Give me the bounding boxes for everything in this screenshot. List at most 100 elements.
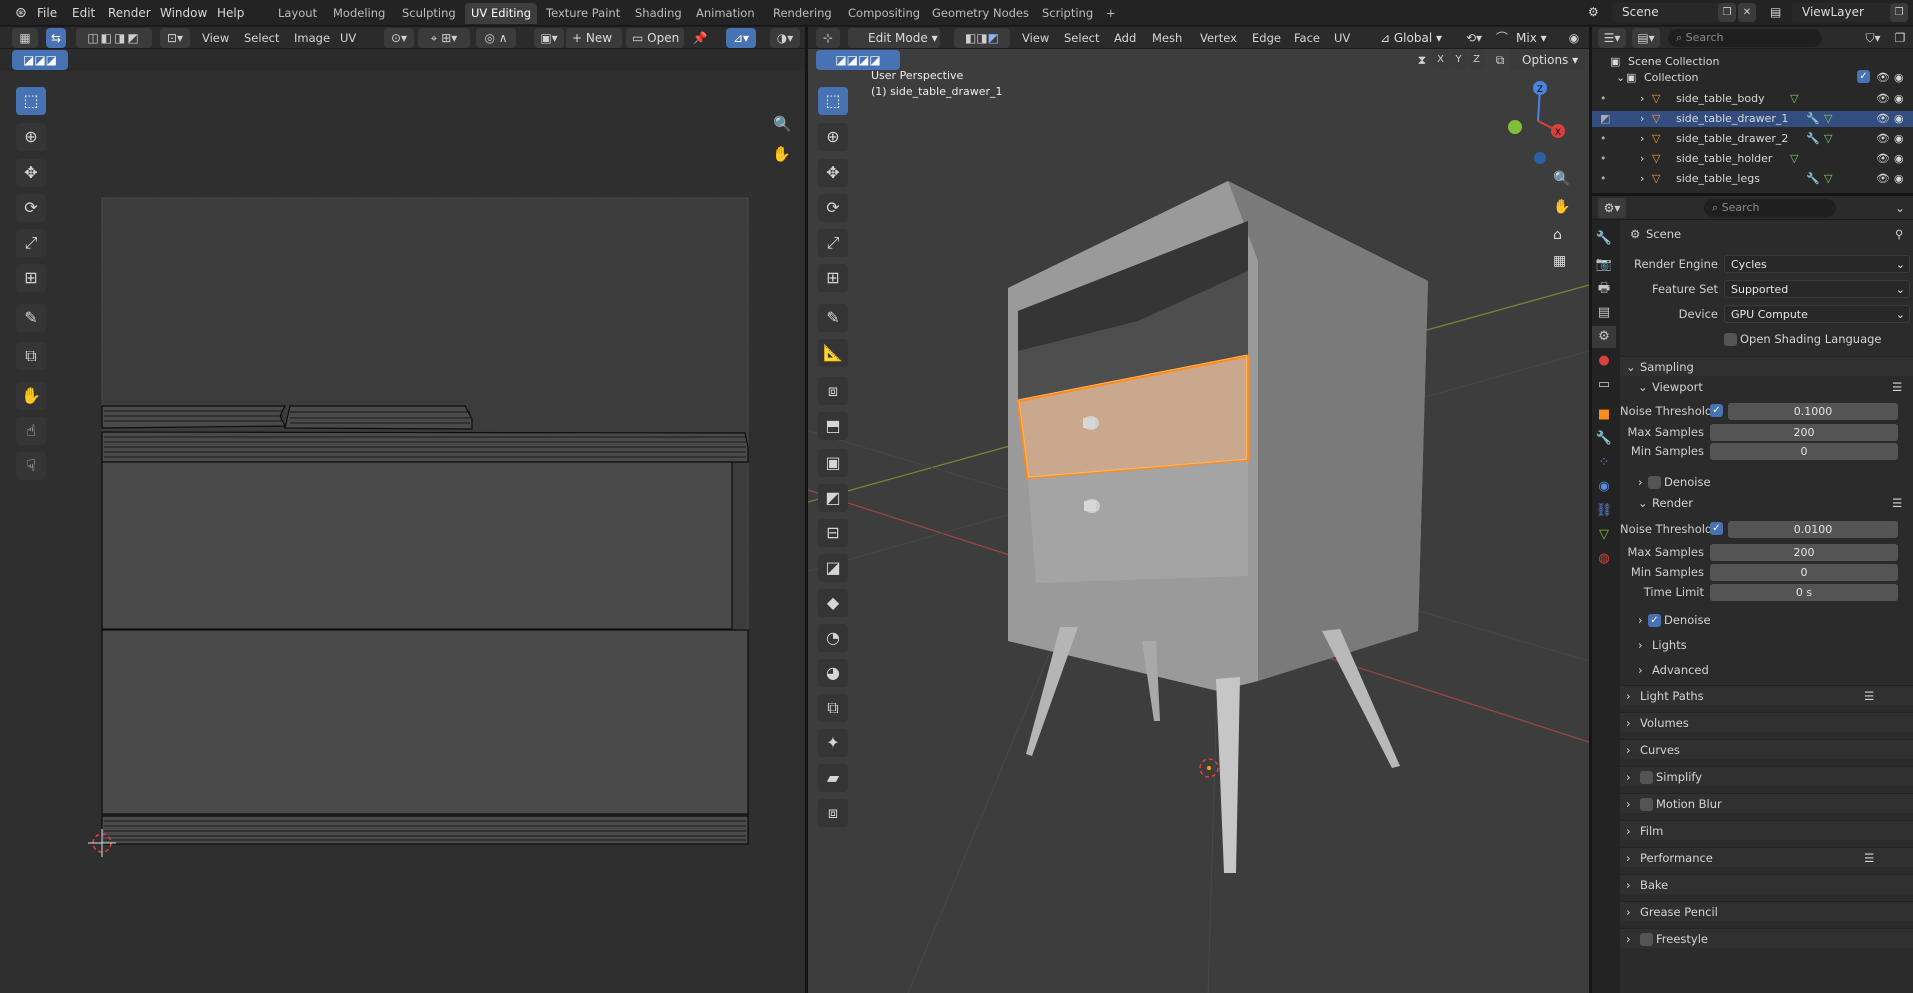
modifier-tab-icon[interactable]: 🔧 [1592,428,1616,450]
chevron-right-icon[interactable]: › [1640,171,1644,187]
panel-curves[interactable]: › Curves [1620,739,1913,759]
scene-selector[interactable]: Scene [1612,3,1724,22]
panel-volumes[interactable]: › Volumes [1620,712,1913,732]
scene-collection-row[interactable]: ▣ Scene Collection [1592,54,1913,70]
3d-cursor-icon[interactable] [1199,758,1219,778]
rotate-icon[interactable]: ⟳ [16,194,46,222]
render-camera-icon[interactable]: ◉ [1894,70,1904,86]
panel-grease-pencil[interactable]: › Grease Pencil [1620,901,1913,921]
uv-menu-uv[interactable]: UV [336,28,360,48]
pin-icon[interactable]: 📌 [690,28,710,48]
move-icon[interactable]: ✥ [16,159,46,187]
annotate-icon-3d[interactable]: ✎ [818,304,848,332]
visibility-dot-icon[interactable]: • [1600,171,1607,187]
output-tab-icon[interactable]: 🖶 [1592,278,1616,300]
outliner-item-side_table_holder[interactable]: • › ▽ side_table_holder ▽ 👁 ◉ [1592,151,1913,167]
transform-orientation-selector[interactable]: ⊿ Global ▾ [1376,28,1456,48]
outliner-item-side_table_body[interactable]: • › ▽ side_table_body ▽ 👁 ◉ [1592,91,1913,107]
object-tab-icon[interactable]: ■ [1592,404,1616,426]
menu-edit[interactable]: Edit [67,4,100,22]
outliner[interactable]: ☰▾ ▤▾ ⌕ Search ⛉▾ ❐ ▣ Scene Collection ⌄… [1592,27,1913,193]
outliner-item-side_table_legs[interactable]: • › ▽ side_table_legs 🔧 ▽ 👁 ◉ [1592,171,1913,187]
outliner-item-side_table_drawer_2[interactable]: • › ▽ side_table_drawer_2 🔧 ▽ 👁 ◉ [1592,131,1913,147]
modifier-wrench-icon[interactable]: 🔧 [1806,111,1820,127]
view-layer-icon[interactable]: ▤ [1770,5,1781,19]
viewport-menu-mesh[interactable]: Mesh [1148,28,1186,48]
scale-icon-3d[interactable]: ⤢ [818,229,848,257]
workspace-tab-sculpting[interactable]: Sculpting [396,3,462,24]
render-noise-threshold-checkbox[interactable]: ✓ [1710,522,1723,535]
new-collection-icon[interactable]: ❐ [1890,28,1910,48]
render-denoise-row[interactable]: › ✓ Denoise [1620,610,1913,630]
pivot-icon[interactable]: ⊙▾ [384,28,414,48]
pinch-icon[interactable]: ☟ [16,452,46,480]
outliner-editor-type-icon[interactable]: ☰▾ [1598,28,1626,48]
workspace-tab-rendering[interactable]: Rendering [767,3,838,24]
menu-help[interactable]: Help [212,4,249,22]
mirror-icon[interactable]: ⧗ [1412,50,1432,70]
scene-icon[interactable]: ⚙ [1588,5,1599,19]
viewport-menu-view[interactable]: View [1018,28,1053,48]
render-engine-select[interactable]: Cycles ⌄ [1724,255,1910,273]
osl-checkbox[interactable] [1724,333,1737,346]
annotate-icon[interactable]: ✎ [16,304,46,332]
chevron-right-icon[interactable]: › [1640,131,1644,147]
presets-list-icon[interactable]: ☰ [1892,377,1902,397]
visibility-dot-icon[interactable]: • [1600,131,1607,147]
panel-simplify[interactable]: › Simplify [1620,766,1913,786]
zoom-icon[interactable]: 🔍 [773,115,792,133]
workspace-tab-texture-paint[interactable]: Texture Paint [540,3,626,24]
smooth-icon[interactable]: ◕ [818,659,848,687]
snap-icon[interactable]: ⌖ ⊞▾ [418,28,470,48]
panel-enable-checkbox[interactable] [1640,798,1653,811]
rip-region-icon[interactable]: ⧉ [16,342,46,370]
panel-light-paths[interactable]: › Light Paths ☰ [1620,685,1913,705]
workspace-tab-scripting[interactable]: Scripting [1036,3,1099,24]
viewport-menu-select[interactable]: Select [1060,28,1103,48]
sticky-select-icon[interactable]: ⊡▾ [160,28,190,48]
mesh-data-icon[interactable]: ▽ [1790,91,1798,107]
collection-expand-icon[interactable]: ⌄ [1616,70,1625,86]
uv-canvas[interactable] [0,71,805,993]
editor-type-icon[interactable]: ▦ [12,28,38,48]
options-dropdown[interactable]: Options ▾ [1510,50,1586,70]
proportional-edit-icon[interactable]: ◎ ∧ [476,28,516,48]
rip-icon[interactable]: ⧈ [818,799,848,827]
viewport-selection-mode-icons[interactable]: ◪◪◪◪ [816,50,900,70]
new-view-layer-icon[interactable]: ❐ [1890,3,1908,22]
extrude-icon[interactable]: ⬒ [818,412,848,440]
world-tab-icon[interactable]: ● [1592,350,1616,372]
particles-tab-icon[interactable]: ⁘ [1592,452,1616,474]
chevron-right-icon[interactable]: › [1640,111,1644,127]
outliner-item-side_table_drawer_1[interactable]: ◩ › ▽ side_table_drawer_1 🔧 ▽ 👁 ◉ [1592,111,1913,127]
uv-editor[interactable]: ▦ ⇆ ◫◧◨◩ ⊡▾ View Select Image UV ⊙▾ ⌖ ⊞▾… [0,27,805,993]
panel-enable-checkbox[interactable] [1640,771,1653,784]
uv-overlays-icon[interactable]: ◑▾ [770,28,800,48]
visibility-eye-icon[interactable]: 👁 [1876,171,1890,187]
mirror-z-toggle[interactable]: Z [1468,50,1485,70]
bevel-icon[interactable]: ◩ [818,484,848,512]
selection-mode-icons[interactable]: ◪◪◪ [12,50,68,70]
rotate-icon-3d[interactable]: ⟳ [818,194,848,222]
shrink-fatten-icon[interactable]: ✦ [818,729,848,757]
mesh-data-icon[interactable]: ▽ [1824,171,1832,187]
transform-icon[interactable]: ⊞ [16,264,46,292]
menu-render[interactable]: Render [103,4,156,22]
open-image-button[interactable]: ▭ Open [626,28,684,48]
proportional-editing-icon[interactable]: ◉ [1564,28,1584,48]
render-camera-icon[interactable]: ◉ [1894,171,1904,187]
modifier-wrench-icon[interactable]: 🔧 [1806,171,1820,187]
measure-icon[interactable]: 📐 [818,339,848,367]
constraints-tab-icon[interactable]: ⛓ [1592,500,1616,522]
mesh-data-icon[interactable]: ▽ [1824,131,1832,147]
render-subpanel-header[interactable]: ⌄ Render ☰ [1620,493,1913,513]
sampling-panel-header[interactable]: ⌄ Sampling [1620,356,1913,376]
visibility-dot-icon[interactable]: • [1600,91,1607,107]
knife-icon[interactable]: ◪ [818,554,848,582]
mesh-data-icon[interactable]: ▽ [1824,111,1832,127]
workspace-tab-modeling[interactable]: Modeling [327,3,391,24]
collection-row[interactable]: ⌄ ▣ Collection ✓ 👁 ◉ [1592,70,1913,86]
auto-merge-icon[interactable]: ⧉ [1490,50,1510,70]
delete-scene-icon[interactable]: ✕ [1738,3,1756,22]
uv-menu-view[interactable]: View [198,28,233,48]
